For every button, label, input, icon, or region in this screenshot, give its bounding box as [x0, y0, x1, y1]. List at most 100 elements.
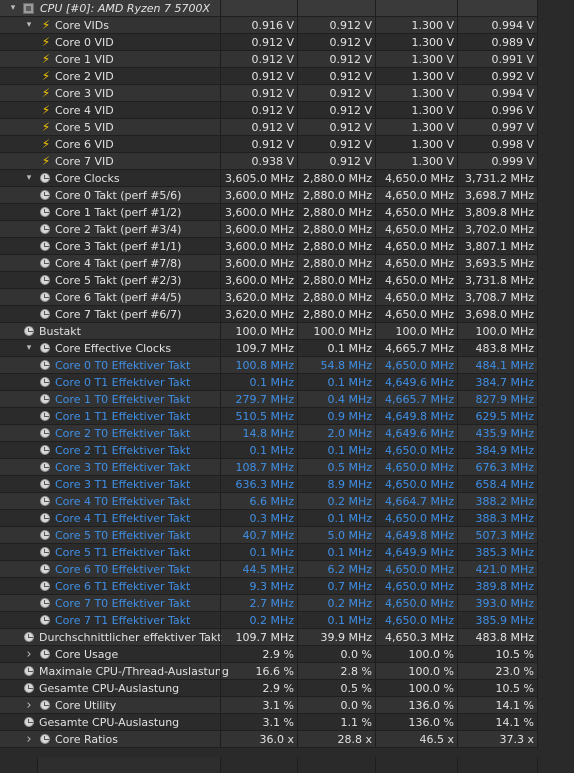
sensor-row[interactable]: Core 1 T1 Effektiver Takt 510.5 MHz 0.9 MH…	[0, 408, 574, 425]
sensor-row[interactable]: Core 7 Takt (perf #6/7) 3,620.0 MHz 2,880.…	[0, 306, 574, 323]
current-value: 0.912 V	[220, 34, 297, 51]
sensor-row[interactable]: Core 6 T0 Effektiver Takt 44.5 MHz 6.2 MHz…	[0, 561, 574, 578]
avg-value: 421.0 MHz	[457, 561, 537, 578]
sensor-row[interactable]: Core 2 Takt (perf #3/4) 3,600.0 MHz 2,880.…	[0, 221, 574, 238]
clock-icon	[40, 734, 50, 744]
current-value: 0.912 V	[220, 119, 297, 136]
min-value: 5.0 MHz	[297, 527, 375, 544]
clock-icon	[24, 717, 34, 727]
chevron-down-icon[interactable]: ▾	[24, 340, 34, 357]
min-value: 0.1 MHz	[297, 612, 375, 629]
sensor-row[interactable]: › Core Ratios 36.0 x 28.8 x 46.5 x 37.3 x	[0, 731, 574, 748]
sensor-row[interactable]: Core 5 T0 Effektiver Takt 40.7 MHz 5.0 MHz…	[0, 527, 574, 544]
sensor-row[interactable]: Core 6 Takt (perf #4/5) 3,620.0 MHz 2,880.…	[0, 289, 574, 306]
clock-icon	[40, 360, 50, 370]
sensor-row[interactable]: Gesamte CPU-Auslastung 2.9 % 0.5 % 100.0 % 1…	[0, 680, 574, 697]
current-value: 0.912 V	[220, 68, 297, 85]
sensor-row[interactable]: Core 4 T1 Effektiver Takt 0.3 MHz 0.1 MHz 4…	[0, 510, 574, 527]
current-value: 0.912 V	[220, 102, 297, 119]
sensor-row[interactable]: Core 1 Takt (perf #1/2) 3,600.0 MHz 2,880.…	[0, 204, 574, 221]
max-value: 1.300 V	[375, 153, 457, 170]
sensor-row[interactable]: Core 3 Takt (perf #1/1) 3,600.0 MHz 2,880.…	[0, 238, 574, 255]
avg-value: 0.994 V	[457, 17, 537, 34]
sensor-row[interactable]: Core 0 Takt (perf #5/6) 3,600.0 MHz 2,880.…	[0, 187, 574, 204]
min-value: 0.912 V	[297, 68, 375, 85]
sensor-row[interactable]: ⚡ Core 7 VID 0.938 V 0.912 V 1.300 V 0.999 V	[0, 153, 574, 170]
sensor-tree: ▾ CPU [#0]: AMD Ryzen 7 5700X ▾ ⚡ Core VID…	[0, 0, 574, 773]
sensor-label: Core 5 T1 Effektiver Takt	[55, 546, 191, 559]
chevron-right-icon[interactable]: ›	[24, 731, 34, 748]
avg-value: 507.3 MHz	[457, 527, 537, 544]
sensor-row[interactable]: Core 2 T1 Effektiver Takt 0.1 MHz 0.1 MHz 4…	[0, 442, 574, 459]
sensor-row[interactable]: ⚡ Core 6 VID 0.912 V 0.912 V 1.300 V 0.998 V	[0, 136, 574, 153]
sensor-label: Core 1 T0 Effektiver Takt	[55, 393, 191, 406]
sensor-row[interactable]: › Core Usage 2.9 % 0.0 % 100.0 % 10.5 %	[0, 646, 574, 663]
sensor-row[interactable]: Core 6 T1 Effektiver Takt 9.3 MHz 0.7 MHz 4…	[0, 578, 574, 595]
sensor-row[interactable]: ⚡ Core 4 VID 0.912 V 0.912 V 1.300 V 0.996 V	[0, 102, 574, 119]
avg-value: 0.989 V	[457, 34, 537, 51]
max-value: 1.300 V	[375, 51, 457, 68]
sensor-label: Core 3 T1 Effektiver Takt	[55, 478, 191, 491]
sensor-row[interactable]: Gesamte CPU-Auslastung 3.1 % 1.1 % 136.0 % 1…	[0, 714, 574, 731]
sensor-row[interactable]: ▾ Core Clocks 3,605.0 MHz 2,880.0 MHz 4,650.…	[0, 170, 574, 187]
sensor-row[interactable]: Core 5 Takt (perf #2/3) 3,600.0 MHz 2,880.…	[0, 272, 574, 289]
avg-value: 0.999 V	[457, 153, 537, 170]
sensor-label: Core 6 VID	[55, 138, 114, 151]
bolt-icon: ⚡	[41, 35, 51, 49]
avg-value: 3,807.1 MHz	[457, 238, 537, 255]
sensor-row[interactable]: Core 3 T1 Effektiver Takt 636.3 MHz 8.9 MH…	[0, 476, 574, 493]
clock-icon	[40, 343, 50, 353]
avg-value: 483.8 MHz	[457, 629, 537, 646]
chevron-down-icon[interactable]: ▾	[24, 170, 34, 187]
sensor-row[interactable]: Core 4 Takt (perf #7/8) 3,600.0 MHz 2,880.…	[0, 255, 574, 272]
avg-value: 14.1 %	[457, 714, 537, 731]
max-value: 4,650.0 MHz	[375, 476, 457, 493]
chevron-right-icon[interactable]: ›	[24, 646, 34, 663]
sensor-row[interactable]: ⚡ Core 5 VID 0.912 V 0.912 V 1.300 V 0.997 V	[0, 119, 574, 136]
sensor-row[interactable]: Maximale CPU-/Thread-Auslastung 16.6 % 2.8…	[0, 663, 574, 680]
min-value: 2,880.0 MHz	[297, 221, 375, 238]
sensor-row[interactable]: Core 4 T0 Effektiver Takt 6.6 MHz 0.2 MHz 4…	[0, 493, 574, 510]
avg-value: 10.5 %	[457, 680, 537, 697]
chevron-right-icon[interactable]: ›	[24, 697, 34, 714]
max-value: 100.0 %	[375, 680, 457, 697]
sensor-row[interactable]: ⚡ Core 1 VID 0.912 V 0.912 V 1.300 V 0.991 V	[0, 51, 574, 68]
sensor-row[interactable]: Core 1 T0 Effektiver Takt 279.7 MHz 0.4 MH…	[0, 391, 574, 408]
sensor-row[interactable]: Core 0 T1 Effektiver Takt 0.1 MHz 0.1 MHz 4…	[0, 374, 574, 391]
clock-icon	[40, 530, 50, 540]
sensor-row[interactable]: Core 2 T0 Effektiver Takt 14.8 MHz 2.0 MHz…	[0, 425, 574, 442]
chevron-down-icon[interactable]: ▾	[24, 17, 34, 34]
sensor-label: Core 4 T0 Effektiver Takt	[55, 495, 191, 508]
sensor-row[interactable]: ▾ ⚡ Core VIDs 0.916 V 0.912 V 1.300 V 0.994 V	[0, 17, 574, 34]
sensor-row[interactable]: › Core Utility 3.1 % 0.0 % 136.0 % 14.1 %	[0, 697, 574, 714]
avg-value: 0.997 V	[457, 119, 537, 136]
sensor-row[interactable]: Core 7 T1 Effektiver Takt 0.2 MHz 0.1 MHz 4…	[0, 612, 574, 629]
max-value: 1.300 V	[375, 34, 457, 51]
current-value: 3,600.0 MHz	[220, 204, 297, 221]
sensor-label: Core 6 T0 Effektiver Takt	[55, 563, 191, 576]
sensor-label: Core 7 T1 Effektiver Takt	[55, 614, 191, 627]
sensor-row[interactable]: ⚡ Core 3 VID 0.912 V 0.912 V 1.300 V 0.994 V	[0, 85, 574, 102]
min-value: 28.8 x	[297, 731, 375, 748]
avg-value: 10.5 %	[457, 646, 537, 663]
cpu-group-header[interactable]: ▾ CPU [#0]: AMD Ryzen 7 5700X	[0, 0, 574, 17]
sensor-row[interactable]: Core 0 T0 Effektiver Takt 100.8 MHz 54.8 M…	[0, 357, 574, 374]
sensor-row[interactable]: ⚡ Core 0 VID 0.912 V 0.912 V 1.300 V 0.989 V	[0, 34, 574, 51]
min-value: 0.1 MHz	[297, 340, 375, 357]
chevron-down-icon[interactable]: ▾	[8, 0, 18, 17]
min-value: 6.2 MHz	[297, 561, 375, 578]
sensor-row[interactable]: Core 5 T1 Effektiver Takt 0.1 MHz 0.1 MHz 4…	[0, 544, 574, 561]
sensor-row[interactable]: Bustakt 100.0 MHz 100.0 MHz 100.0 MHz 100.0 …	[0, 323, 574, 340]
bolt-icon: ⚡	[41, 137, 51, 151]
sensor-row[interactable]: Core 7 T0 Effektiver Takt 2.7 MHz 0.2 MHz 4…	[0, 595, 574, 612]
current-value: 3,620.0 MHz	[220, 289, 297, 306]
sensor-row[interactable]: ▾ Core Effective Clocks 109.7 MHz 0.1 MHz 4,…	[0, 340, 574, 357]
sensor-label: Core 7 Takt (perf #6/7)	[55, 308, 182, 321]
sensor-row[interactable]: ⚡ Core 2 VID 0.912 V 0.912 V 1.300 V 0.992 V	[0, 68, 574, 85]
max-value: 46.5 x	[375, 731, 457, 748]
sensor-row[interactable]: Core 3 T0 Effektiver Takt 108.7 MHz 0.5 MH…	[0, 459, 574, 476]
sensor-label: Core 5 T0 Effektiver Takt	[55, 529, 191, 542]
max-value: 1.300 V	[375, 85, 457, 102]
sensor-row[interactable]: Durchschnittlicher effektiver Takt 109.7 …	[0, 629, 574, 646]
sensor-label: Core 1 Takt (perf #1/2)	[55, 206, 182, 219]
